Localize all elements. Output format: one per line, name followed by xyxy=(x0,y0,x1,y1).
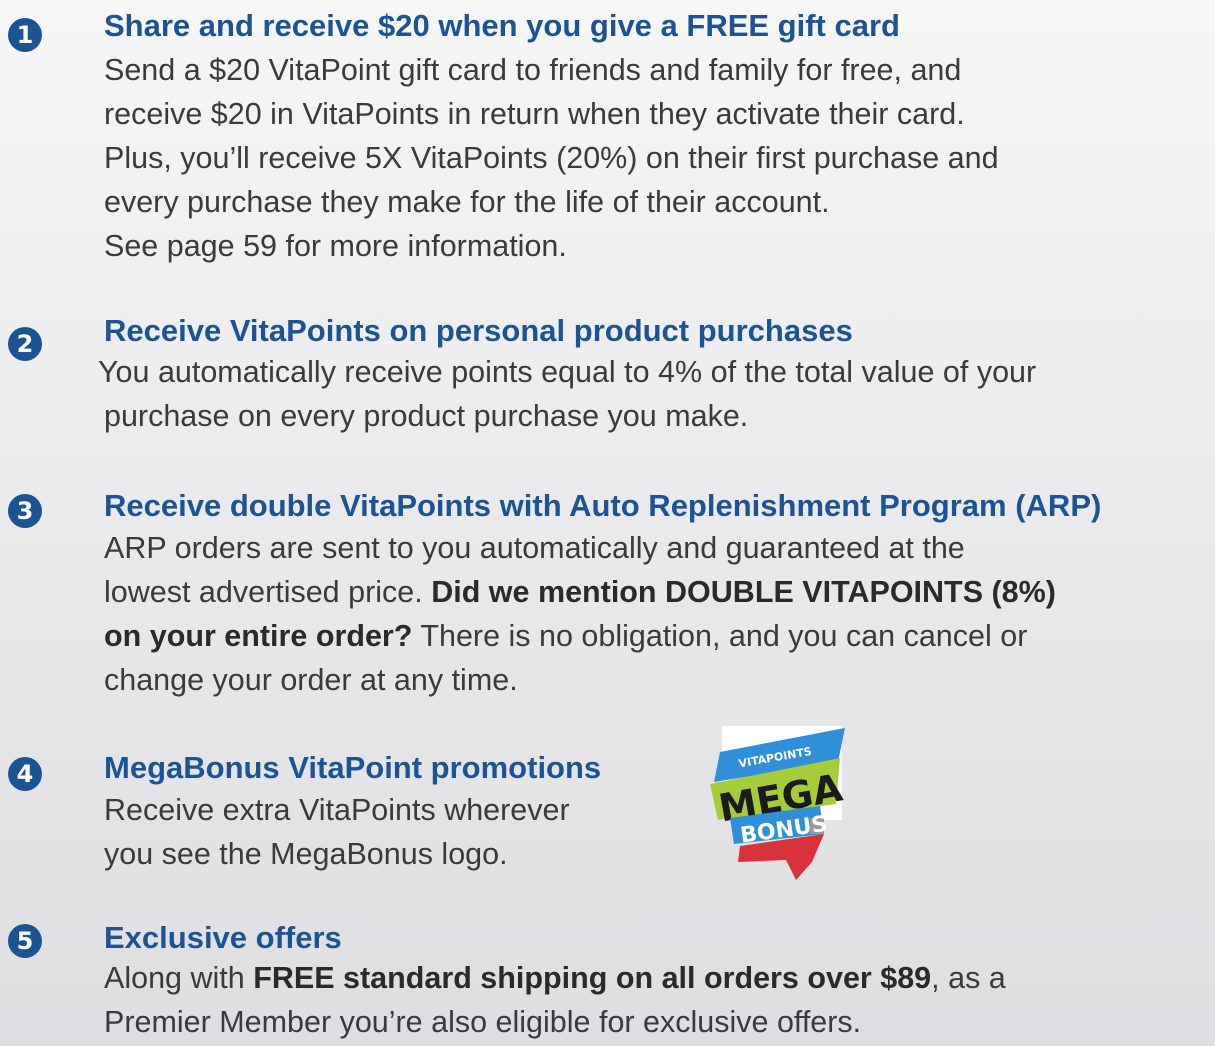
number-badge-3: 3 xyxy=(8,494,42,528)
benefit-title-4: MegaBonus VitaPoint promotions xyxy=(104,750,602,785)
benefit-line-2-2: purchase on every product purchase you m… xyxy=(104,399,749,433)
benefit-line-3-2-bold: Did we mention DOUBLE VITAPOINTS (8%) xyxy=(431,575,1056,609)
number-badge-4: 4 xyxy=(8,757,42,791)
benefit-line-4-1: Receive extra VitaPoints wherever xyxy=(104,793,570,827)
benefit-line-1-3: Plus, you’ll receive 5X VitaPoints (20%)… xyxy=(104,141,999,175)
benefit-line-3-1: ARP orders are sent to you automatically… xyxy=(104,531,965,565)
benefit-line-5-1-plain-b: , as a xyxy=(931,961,1006,995)
benefit-line-3-2: lowest advertised price. Did we mention … xyxy=(104,570,1056,614)
megabonus-logo-icon: VITAPOINTS MEGA BONUS xyxy=(710,726,846,880)
number-badge-1: 1 xyxy=(8,18,42,52)
benefit-line-3-2-plain: lowest advertised price. xyxy=(104,575,432,609)
benefit-line-1-2: receive $20 in VitaPoints in return when… xyxy=(104,97,965,131)
benefit-line-4-2: you see the MegaBonus logo. xyxy=(104,837,508,871)
benefit-line-3-3-bold: on your entire order? xyxy=(104,619,413,653)
benefit-line-3-3-plain: There is no obligation, and you can canc… xyxy=(412,619,1028,653)
benefit-line-3-3: on your entire order? There is no obliga… xyxy=(104,614,1027,658)
benefit-title-2: Receive VitaPoints on personal product p… xyxy=(104,313,853,348)
benefit-line-3-4: change your order at any time. xyxy=(104,663,518,697)
benefit-line-2-1: You automatically receive points equal t… xyxy=(98,355,1037,389)
benefit-line-1-1: Send a $20 VitaPoint gift card to friend… xyxy=(104,53,962,87)
benefit-line-5-2: Premier Member you’re also eligible for … xyxy=(104,1005,862,1039)
benefit-line-1-4: every purchase they make for the life of… xyxy=(104,185,830,219)
number-badge-5: 5 xyxy=(8,924,42,958)
benefit-title-5: Exclusive offers xyxy=(104,920,342,955)
number-badge-2: 2 xyxy=(8,327,42,361)
benefit-line-5-1-bold: FREE standard shipping on all orders ove… xyxy=(253,961,932,995)
benefit-line-5-1-plain-a: Along with xyxy=(104,961,254,995)
benefit-line-1-5: See page 59 for more information. xyxy=(104,229,567,263)
benefit-title-1: Share and receive $20 when you give a FR… xyxy=(104,8,900,43)
benefit-title-3: Receive double VitaPoints with Auto Repl… xyxy=(104,488,1102,523)
benefit-line-5-1: Along with FREE standard shipping on all… xyxy=(104,956,1006,1000)
